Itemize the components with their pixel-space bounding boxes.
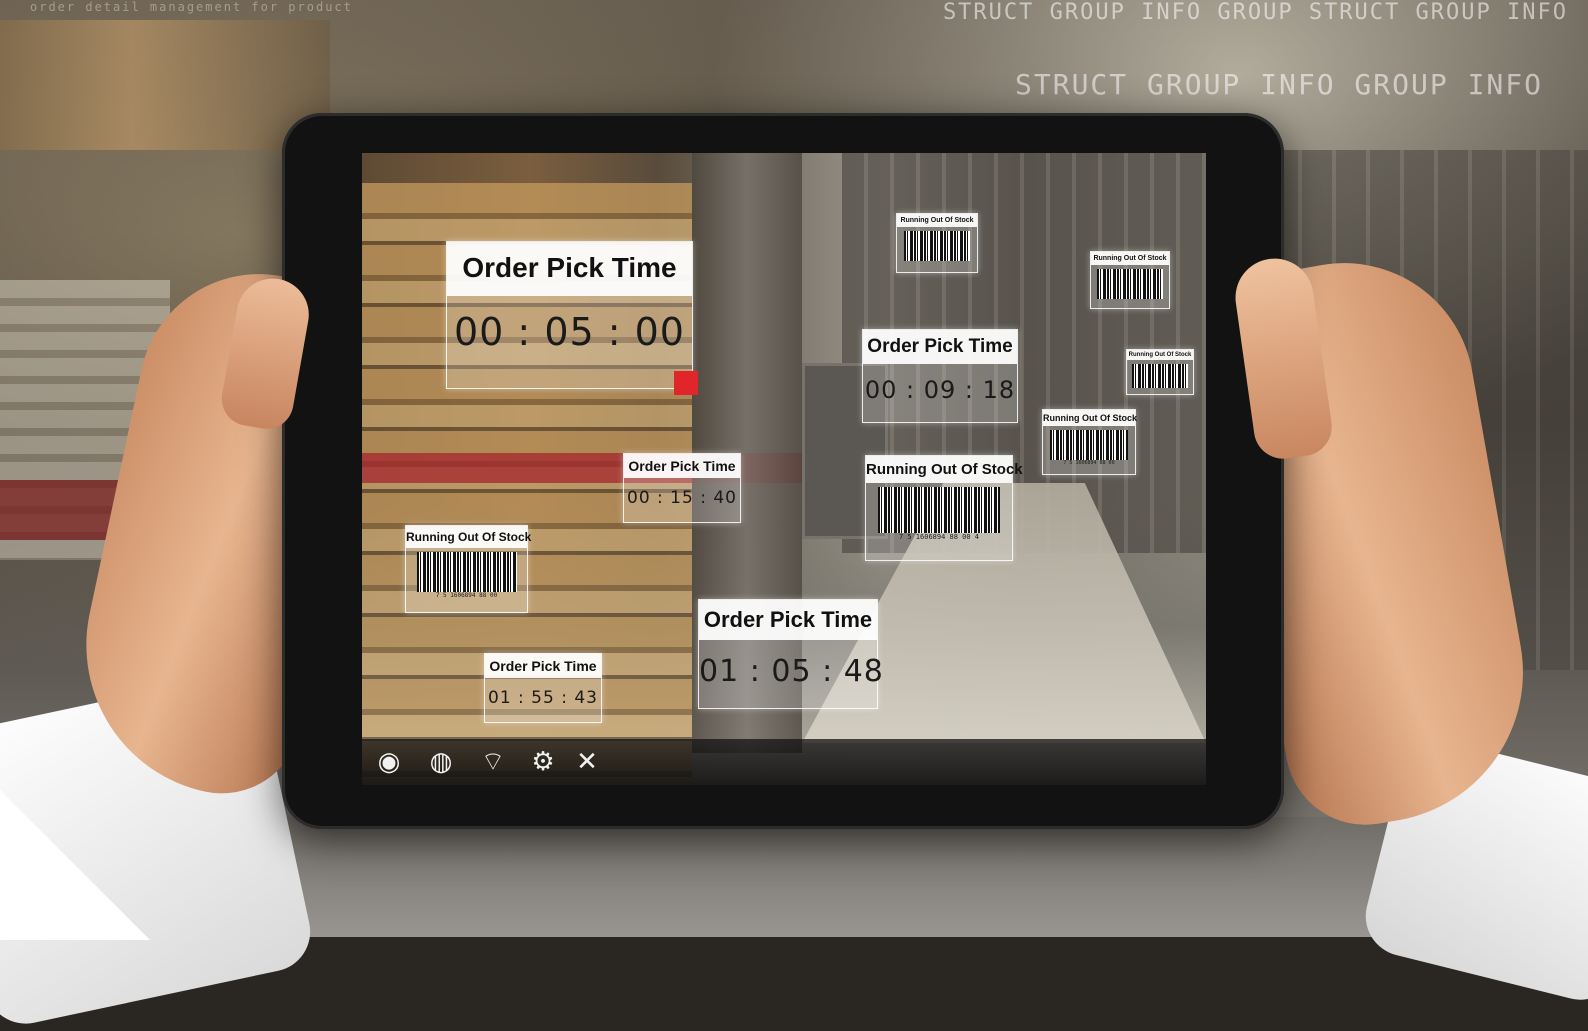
- panel-title: Running Out Of Stock: [1127, 350, 1193, 360]
- red-marker-icon: [674, 371, 698, 395]
- order-pick-time-panel[interactable]: Order Pick Time 01 : 55 : 43: [484, 653, 602, 723]
- barcode-icon: [1097, 269, 1163, 299]
- panel-title: Order Pick Time: [447, 242, 692, 296]
- order-pick-time-panel[interactable]: Order Pick Time 01 : 05 : 48: [698, 599, 884, 709]
- tablet-screen: Order Pick Time 00 : 05 : 00 Order Pick …: [362, 153, 1206, 785]
- tools-icon[interactable]: ✕: [570, 747, 604, 777]
- barcode-icon: [416, 552, 517, 592]
- pick-timer-value: 00 : 09 : 18: [864, 376, 1016, 404]
- pick-timer-value: 00 : 05 : 00: [454, 310, 685, 354]
- stock-alert-panel[interactable]: Running Out Of Stock: [896, 213, 978, 273]
- stock-alert-panel[interactable]: Running Out Of Stock: [1090, 251, 1170, 309]
- globe-icon[interactable]: ◍: [424, 747, 458, 777]
- order-pick-time-panel[interactable]: Order Pick Time 00 : 15 : 40: [623, 453, 741, 523]
- order-pick-time-panel[interactable]: Order Pick Time 00 : 09 : 18: [862, 329, 1018, 423]
- barcode-number: 7 5 1606894 88 00: [1063, 460, 1115, 466]
- pick-timer-value: 01 : 05 : 48: [699, 654, 884, 689]
- watermark-text-left: order detail management for product: [30, 0, 353, 14]
- barcode-number: 7 5 1606894 88 00 4: [898, 533, 980, 541]
- order-pick-time-panel[interactable]: Order Pick Time 00 : 05 : 00: [446, 241, 693, 389]
- panel-title: Order Pick Time: [485, 654, 601, 678]
- barcode-number: 7 5 1606894 88 00: [435, 592, 498, 599]
- barcode-icon: [1132, 364, 1188, 388]
- watermark-text-mid: STRUCT GROUP INFO GROUP INFO: [1015, 68, 1544, 101]
- pick-timer-value: 00 : 15 : 40: [627, 488, 737, 508]
- stock-alert-panel[interactable]: Running Out Of Stock 7 5 1606894 88 00: [1042, 409, 1137, 475]
- panel-title: Running Out Of Stock: [406, 526, 531, 548]
- stock-alert-panel[interactable]: Running Out Of Stock 7 5 1606894 88 00: [405, 525, 531, 613]
- corner-decoration: [0, 790, 150, 940]
- panel-title: Order Pick Time: [699, 600, 877, 640]
- screen-toolbar: ◉ ◍ ⌔ ⚙ ✕: [362, 739, 1206, 785]
- watermark-text-top: STRUCT GROUP INFO GROUP STRUCT GROUP INF…: [942, 0, 1568, 25]
- panel-title: Running Out Of Stock: [1043, 410, 1137, 426]
- panel-title: Running Out Of Stock: [897, 214, 977, 227]
- background-boxes: [0, 20, 330, 150]
- panel-title: Running Out Of Stock: [1091, 252, 1169, 265]
- gears-icon[interactable]: ⚙: [526, 747, 560, 777]
- panel-title: Order Pick Time: [863, 330, 1017, 364]
- wifi-icon[interactable]: ⌔: [476, 747, 510, 777]
- panel-title: Running Out Of Stock: [866, 456, 1023, 483]
- barcode-icon: [904, 231, 970, 261]
- pick-timer-value: 01 : 55 : 43: [488, 688, 598, 708]
- stock-alert-panel[interactable]: Running Out Of Stock 7 5 1606894 88 00 4: [865, 455, 1023, 561]
- barcode-icon: [878, 487, 1000, 533]
- panel-title: Order Pick Time: [624, 454, 740, 478]
- barcode-icon: [1050, 430, 1128, 460]
- eye-icon[interactable]: ◉: [372, 747, 406, 777]
- stock-alert-panel[interactable]: Running Out Of Stock: [1126, 349, 1194, 395]
